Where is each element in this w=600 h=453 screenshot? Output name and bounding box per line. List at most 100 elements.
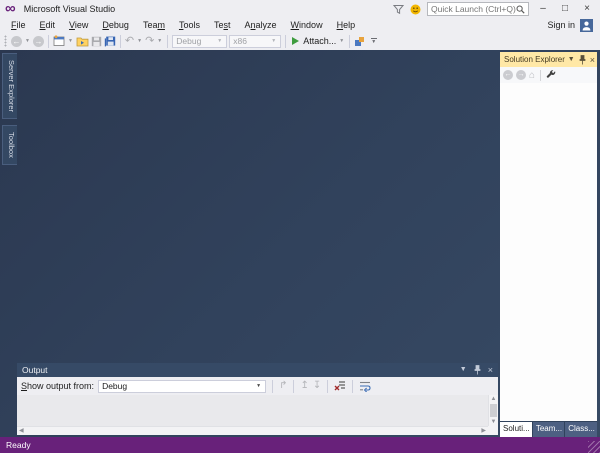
scroll-left-icon[interactable]: ◀ [19,427,24,435]
solution-configuration-select[interactable]: Debug ▼ [172,34,228,48]
scroll-up-icon[interactable]: ▲ [491,395,497,403]
chevron-down-icon: ▼ [256,383,262,389]
solution-explorer-tree[interactable] [500,83,597,421]
standard-toolbar: ← ▼ → ▼ ↶ ▼ ↷ ▼ Debug ▼ x86 ▼ Attach... … [0,32,600,50]
properties-wrench-icon[interactable] [546,70,556,80]
back-icon[interactable]: ← [503,70,513,80]
output-toolbar: Show output from: Debug ▼ ↱ ↥ ↧ [17,377,498,395]
scroll-right-icon[interactable]: ▶ [481,427,486,435]
menu-file[interactable]: File [4,20,33,30]
sidebar-tab-toolbox[interactable]: Toolbox [2,125,17,165]
resize-grip[interactable] [588,441,600,453]
scrollbar-corner [488,426,498,435]
output-content[interactable]: ▲ ▼ ◀ ▶ [17,395,498,435]
menu-edit[interactable]: Edit [33,20,63,30]
previous-message-icon[interactable]: ↥ [300,380,308,392]
toolbar-options-icon[interactable]: ▼ [369,38,378,45]
menu-team[interactable]: Team [136,20,172,30]
toolbar-separator [119,34,121,48]
undo-icon[interactable]: ↶ [125,35,134,47]
toolbar-separator [352,379,354,393]
show-output-from-label: Show output from: [21,381,95,391]
close-button[interactable]: × [579,2,595,16]
clear-all-icon[interactable] [334,380,346,392]
output-titlebar[interactable]: Output ▼ × [17,363,498,377]
show-output-from-select[interactable]: Debug ▼ [98,379,267,393]
attach-button[interactable]: Attach... [303,36,336,46]
chevron-down-icon[interactable]: ▼ [157,38,162,44]
start-debug-play-icon[interactable] [292,37,300,45]
toolbar-separator [540,69,542,81]
menu-tools[interactable]: Tools [172,20,207,30]
toolbar-misc-icon[interactable] [354,36,365,47]
chevron-down-icon[interactable]: ▼ [339,38,344,44]
scroll-down-icon[interactable]: ▼ [491,418,497,426]
tab-class-view[interactable]: Class... [565,422,597,437]
new-project-icon[interactable] [53,35,65,47]
main-region: Server Explorer Toolbox Output ▼ × Show … [0,50,600,437]
tab-team-explorer[interactable]: Team... [532,422,565,437]
minimize-button[interactable]: – [535,2,551,16]
toolbar-grip[interactable] [4,35,7,47]
navigate-backward-icon[interactable]: ← [11,35,22,47]
chevron-down-icon[interactable]: ▼ [25,38,30,44]
close-icon[interactable]: × [590,55,595,65]
scrollbar-thumb[interactable] [490,404,497,417]
pin-icon[interactable] [474,365,481,375]
forward-icon[interactable]: → [516,70,526,80]
word-wrap-icon[interactable] [359,380,371,392]
toolbar-separator [167,34,169,48]
statusbar: Ready [0,437,600,453]
center-column: Output ▼ × Show output from: Debug ▼ ↱ ↥… [17,50,498,437]
solution-explorer-panel: Solution Explorer ▼ × ← → ⌂ Soluti... Te… [500,52,597,437]
navigate-forward-icon[interactable]: → [32,35,44,47]
window-position-icon[interactable]: ▼ [568,55,575,65]
menu-debug[interactable]: Debug [95,20,136,30]
open-file-icon[interactable] [76,36,89,47]
platform-value: x86 [233,36,247,46]
menu-view[interactable]: View [62,20,95,30]
save-all-icon[interactable] [104,36,116,47]
home-icon[interactable]: ⌂ [529,70,535,81]
output-window-controls: ▼ × [460,365,493,375]
vertical-scrollbar[interactable]: ▲ ▼ [488,395,498,426]
save-icon[interactable] [91,36,102,47]
window-title: Microsoft Visual Studio [23,4,116,14]
maximize-button[interactable]: □ [557,2,573,16]
search-icon [516,5,525,14]
next-message-icon[interactable]: ↧ [313,380,321,392]
document-well-empty [17,50,498,363]
menu-test[interactable]: Test [207,20,238,30]
chevron-down-icon[interactable]: ▼ [137,38,142,44]
pin-icon[interactable] [579,54,586,65]
solution-explorer-toolbar: ← → ⌂ [500,67,597,83]
sidebar-tab-server-explorer[interactable]: Server Explorer [2,53,17,120]
toolbar-separator [327,379,329,393]
user-avatar-icon[interactable] [580,18,593,32]
redo-icon[interactable]: ↷ [145,35,154,47]
output-window: Output ▼ × Show output from: Debug ▼ ↱ ↥… [17,363,498,435]
horizontal-scrollbar[interactable]: ◀ ▶ [17,426,488,435]
solution-explorer-titlebar[interactable]: Solution Explorer ▼ × [500,52,597,67]
feedback-smiley-icon[interactable] [410,4,421,15]
menu-analyze[interactable]: Analyze [238,20,284,30]
titlebar: ∞ Microsoft Visual Studio – □ × [0,0,600,18]
find-message-in-code-icon[interactable]: ↱ [279,380,287,392]
sign-in-link[interactable]: Sign in [547,20,575,30]
configuration-value: Debug [176,36,202,46]
toolbar-separator [293,379,295,393]
notifications-funnel-icon[interactable] [393,4,404,15]
solution-platform-select[interactable]: x86 ▼ [229,34,282,48]
quick-launch-input[interactable] [431,4,516,14]
chevron-down-icon: ▼ [217,38,223,44]
vs-window: ∞ Microsoft Visual Studio – □ × File Edi… [0,0,600,453]
vs-logo-icon: ∞ [5,0,16,17]
close-icon[interactable]: × [488,365,493,375]
left-tab-strip: Server Explorer Toolbox [0,50,17,437]
menu-help[interactable]: Help [330,20,363,30]
chevron-down-icon[interactable]: ▼ [68,38,73,44]
solution-explorer-title: Solution Explorer [504,55,565,64]
menu-window[interactable]: Window [284,20,330,30]
window-position-icon[interactable]: ▼ [460,365,467,375]
tab-solution-explorer[interactable]: Soluti... [500,422,532,437]
